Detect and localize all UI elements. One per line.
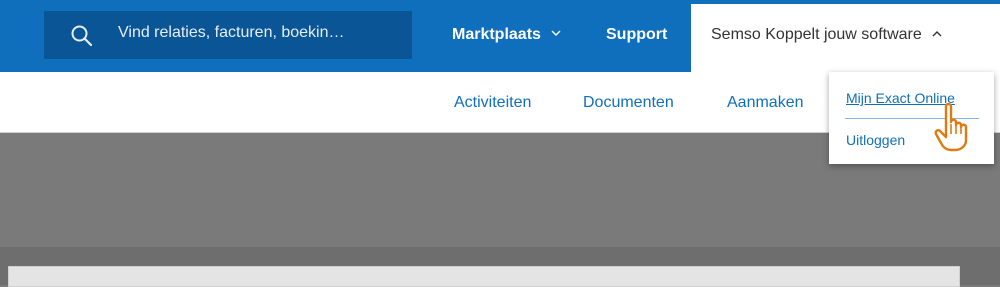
account-toggle-label[interactable]: Semso Koppelt jouw software xyxy=(711,26,942,44)
search-input[interactable]: Vind relaties, facturen, boekin… xyxy=(118,24,388,42)
content-panel xyxy=(8,266,960,287)
chevron-down-icon xyxy=(551,30,561,36)
menu-item-uitloggen[interactable]: Uitloggen xyxy=(846,132,905,148)
account-menu-toggle[interactable]: Semso Koppelt jouw software xyxy=(691,4,1000,72)
nav-marketplace[interactable]: Marktplaats xyxy=(452,26,561,44)
hand-cursor-icon xyxy=(934,102,968,152)
nav-support[interactable]: Support xyxy=(606,26,667,44)
subnav-aanmaken[interactable]: Aanmaken xyxy=(727,94,804,112)
top-bar: Vind relaties, facturen, boekin… Marktpl… xyxy=(0,0,1000,72)
subnav-documenten[interactable]: Documenten xyxy=(583,94,674,112)
nav-marketplace-label: Marktplaats xyxy=(452,26,541,43)
chevron-up-icon xyxy=(932,31,942,37)
search-icon xyxy=(71,25,93,47)
account-name: Semso Koppelt jouw software xyxy=(711,26,922,43)
subnav-activiteiten[interactable]: Activiteiten xyxy=(454,94,531,112)
